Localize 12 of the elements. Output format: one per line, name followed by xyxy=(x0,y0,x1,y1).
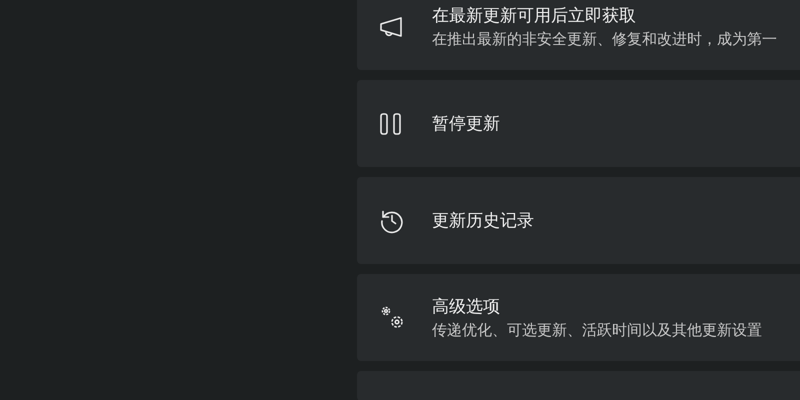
megaphone-icon xyxy=(379,16,405,38)
option-description: 在推出最新的非安全更新、修复和改进时，成为第一 xyxy=(432,30,777,49)
settings-card[interactable]: 在最新更新可用后立即获取 在推出最新的非安全更新、修复和改进时，成为第一 xyxy=(357,0,800,70)
option-description: 传递优化、可选更新、活跃时间以及其他更新设置 xyxy=(432,321,762,340)
pause-icon xyxy=(379,112,403,136)
settings-card[interactable]: 高级选项 传递优化、可选更新、活跃时间以及其他更新设置 xyxy=(357,274,800,361)
settings-card[interactable]: 更新历史记录 xyxy=(357,177,800,264)
option-title: 暂停更新 xyxy=(432,113,500,135)
settings-card[interactable]: 暂停更新 xyxy=(357,80,800,167)
option-title: 在最新更新可用后立即获取 xyxy=(432,5,637,27)
option-title: 更新历史记录 xyxy=(432,210,534,232)
option-title: 高级选项 xyxy=(432,296,501,318)
